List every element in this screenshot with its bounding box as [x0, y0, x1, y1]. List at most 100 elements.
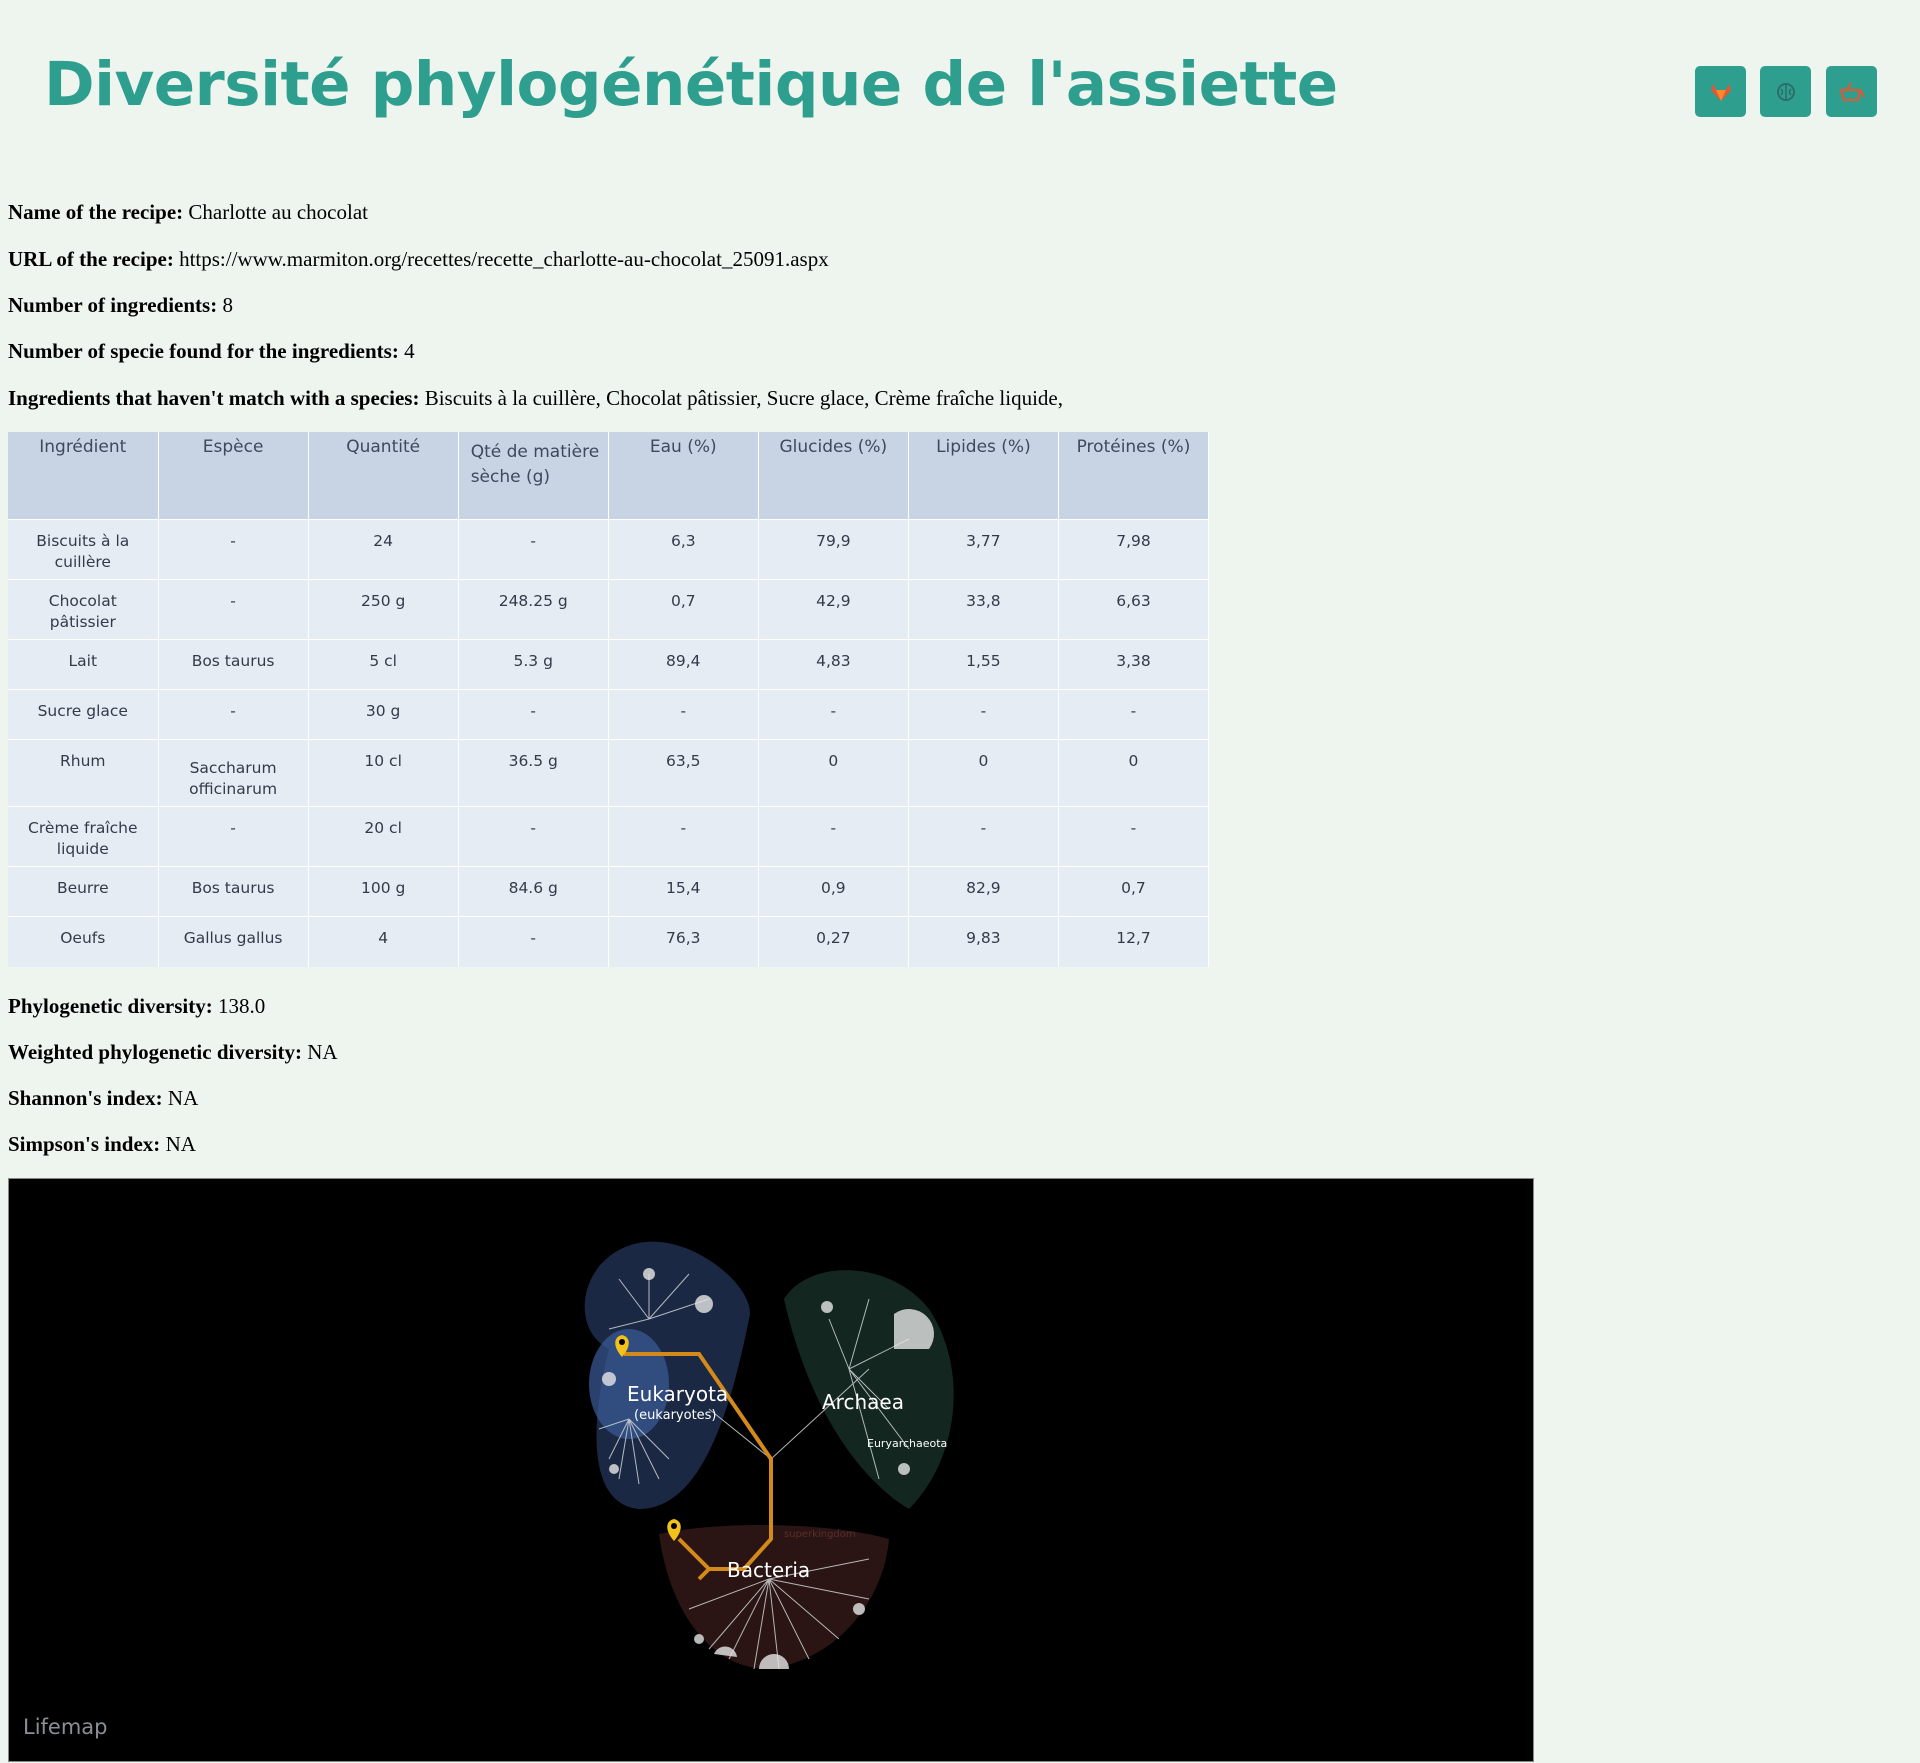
- leaf-cluster: [898, 1463, 910, 1475]
- tree-of-life-map[interactable]: Eukaryota (eukaryotes) Archaea Euryarcha…: [9, 1179, 1533, 1761]
- ingredient-count-line: Number of ingredients: 8: [8, 292, 233, 318]
- cell-dry-matter: -: [458, 689, 609, 740]
- cell-quantity: 5 cl: [308, 639, 459, 690]
- species-count: 4: [404, 339, 415, 363]
- header-water: Eau (%): [608, 432, 759, 520]
- cell-ingredient: Crème fraîche liquide: [8, 806, 159, 867]
- gitlab-button[interactable]: [1695, 66, 1746, 117]
- cell-carbs: -: [758, 689, 909, 740]
- cell-carbs: 42,9: [758, 579, 909, 640]
- cell-proteins: 0: [1058, 739, 1210, 807]
- cell-dry-matter: 5.3 g: [458, 639, 609, 690]
- shannon-label: Shannon's index:: [8, 1086, 163, 1110]
- cell-quantity: 100 g: [308, 866, 459, 917]
- header-quantity: Quantité: [308, 432, 459, 520]
- cell-water: -: [608, 689, 759, 740]
- cell-carbs: -: [758, 806, 909, 867]
- cell-proteins: 12,7: [1058, 916, 1210, 967]
- cell-quantity: 30 g: [308, 689, 459, 740]
- cell-lipids: 1,55: [908, 639, 1059, 690]
- wpd-label: Weighted phylogenetic diversity:: [8, 1040, 302, 1064]
- bacteria-label: Bacteria: [727, 1558, 810, 1582]
- shannon-value: NA: [167, 1086, 199, 1110]
- cell-species: -: [158, 689, 309, 740]
- pd-label: Phylogenetic diversity:: [8, 994, 213, 1018]
- cell-proteins: 3,38: [1058, 639, 1210, 690]
- archaea-label: Archaea: [822, 1390, 904, 1414]
- brain-icon: [1776, 82, 1795, 101]
- leaf-cluster: [602, 1372, 616, 1386]
- wpd-line: Weighted phylogenetic diversity: NA: [8, 1039, 338, 1065]
- cell-species: Saccharum officinarum: [158, 739, 309, 807]
- header-lipids: Lipides (%): [908, 432, 1059, 520]
- cell-lipids: 3,77: [908, 519, 1059, 580]
- cell-lipids: 33,8: [908, 579, 1059, 640]
- cell-ingredient: Beurre: [8, 866, 159, 917]
- cell-dry-matter: 84.6 g: [458, 866, 609, 917]
- page-title: Diversité phylogénétique de l'assiette: [44, 49, 1338, 120]
- gitlab-icon: [1710, 83, 1731, 101]
- leaf-cluster: [695, 1295, 713, 1313]
- cell-ingredient: Oeufs: [8, 916, 159, 967]
- cell-water: 63,5: [608, 739, 759, 807]
- table-row: Rhum Saccharum officinarum 10 cl 36.5 g 63,5…: [8, 739, 1210, 807]
- shopping-basket-icon: [1839, 82, 1865, 101]
- table-row: Crème fraîche liquide -20 cl - - - - -: [8, 806, 1210, 867]
- leaf-cluster: [694, 1634, 704, 1644]
- table-row: Chocolat pâtissier -250 g 248.25 g 0,7 42,9 3…: [8, 579, 1210, 640]
- table-row: Oeufs Gallus gallus 4-76,3 0,27 9,83 12,7: [8, 916, 1210, 967]
- cell-dry-matter: -: [458, 519, 609, 580]
- recipe-name-line: Name of the recipe: Charlotte au chocola…: [8, 199, 368, 225]
- species-count-line: Number of specie found for the ingredien…: [8, 338, 415, 364]
- lifemap-watermark: Lifemap: [23, 1715, 108, 1739]
- species-count-label: Number of specie found for the ingredien…: [8, 339, 399, 363]
- cell-lipids: -: [908, 689, 1059, 740]
- cell-species: Bos taurus: [158, 866, 309, 917]
- lifemap-viewer[interactable]: Eukaryota (eukaryotes) Archaea Euryarcha…: [8, 1178, 1534, 1762]
- cell-lipids: 9,83: [908, 916, 1059, 967]
- ingredients-table: Ingrédient Espèce Quantité Qté de matièr…: [8, 432, 1210, 967]
- cell-water: 15,4: [608, 866, 759, 917]
- leaf-cluster: [853, 1603, 865, 1615]
- table-row: Beurre Bos taurus 100 g 84.6 g 15,4 0,9 82,9 0,…: [8, 866, 1210, 917]
- cell-lipids: 82,9: [908, 866, 1059, 917]
- cell-lipids: -: [908, 806, 1059, 867]
- eukaryotes-label: (eukaryotes): [634, 1408, 717, 1423]
- cell-dry-matter: 36.5 g: [458, 739, 609, 807]
- basket-button[interactable]: [1826, 66, 1877, 117]
- recipe-url-label: URL of the recipe:: [8, 247, 174, 271]
- cell-water: 6,3: [608, 519, 759, 580]
- pd-value: 138.0: [217, 994, 266, 1018]
- simpson-value: NA: [165, 1132, 196, 1156]
- unmatched-line: Ingredients that haven't match with a sp…: [8, 385, 1063, 411]
- recipe-name: Charlotte au chocolat: [188, 200, 368, 224]
- unmatched-label: Ingredients that haven't match with a sp…: [8, 386, 420, 410]
- pd-line: Phylogenetic diversity: 138.0: [8, 993, 265, 1019]
- unmatched-ingredients: Biscuits à la cuillère, Chocolat pâtissi…: [424, 386, 1063, 410]
- cell-species: -: [158, 519, 309, 580]
- superkingdom-label: superkingdom: [784, 1529, 856, 1540]
- recipe-url-line: URL of the recipe: https://www.marmiton.…: [8, 246, 829, 272]
- cell-water: -: [608, 806, 759, 867]
- brain-button[interactable]: [1760, 66, 1811, 117]
- cell-ingredient: Lait: [8, 639, 159, 690]
- cell-quantity: 4: [308, 916, 459, 967]
- cell-lipids: 0: [908, 739, 1059, 807]
- table-row: Biscuits à la cuillère -24-6,3 79,9 3,77 7,9…: [8, 519, 1210, 580]
- cell-carbs: 79,9: [758, 519, 909, 580]
- cell-quantity: 24: [308, 519, 459, 580]
- leaf-cluster: [821, 1301, 833, 1313]
- cell-ingredient: Rhum: [8, 739, 159, 807]
- cell-proteins: 7,98: [1058, 519, 1210, 580]
- recipe-url: https://www.marmiton.org/recettes/recett…: [179, 247, 829, 271]
- wpd-value: NA: [307, 1040, 338, 1064]
- cell-ingredient: Sucre glace: [8, 689, 159, 740]
- cell-dry-matter: -: [458, 916, 609, 967]
- header-species: Espèce: [158, 432, 309, 520]
- header-proteins: Protéines (%): [1058, 432, 1210, 520]
- leaf-cluster: [609, 1464, 619, 1474]
- cell-water: 89,4: [608, 639, 759, 690]
- bacteria-region: [659, 1524, 889, 1669]
- cell-dry-matter: -: [458, 806, 609, 867]
- cell-dry-matter: 248.25 g: [458, 579, 609, 640]
